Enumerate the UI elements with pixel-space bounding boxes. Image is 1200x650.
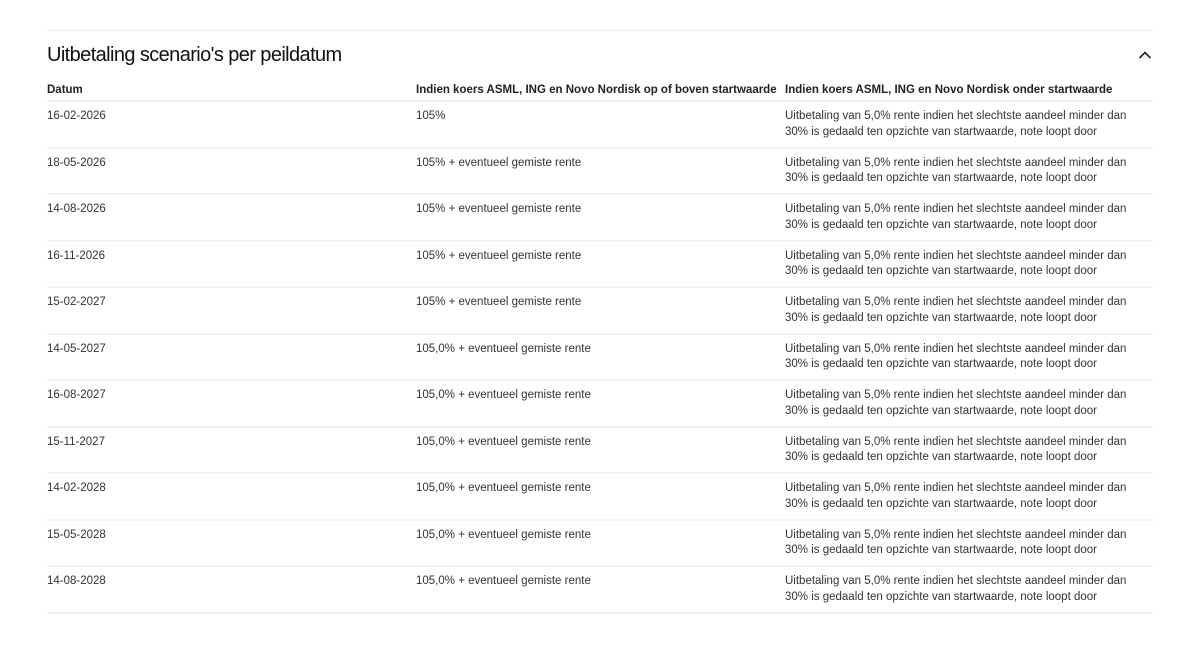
table-row: 16-11-2026 105% + eventueel gemiste rente…: [47, 240, 1153, 288]
chevron-up-icon[interactable]: [1138, 50, 1152, 60]
cell-date-container: 15-11-2027: [47, 426, 416, 474]
cell-below-start: Uitbetaling van 5,0% rente indien het sl…: [785, 203, 1127, 231]
cell-below-start-container: Uitbetaling van 5,0% rente indien het sl…: [785, 473, 1153, 521]
cell-below-start-container: Uitbetaling van 5,0% rente indien het sl…: [785, 101, 1153, 149]
cell-below-start: Uitbetaling van 5,0% rente indien het sl…: [785, 389, 1127, 417]
cell-below-start: Uitbetaling van 5,0% rente indien het sl…: [785, 110, 1127, 138]
cell-date-container: 18-05-2026: [47, 147, 416, 195]
cell-below-start: Uitbetaling van 5,0% rente indien het sl…: [785, 575, 1127, 603]
cell-above-start-container: 105,0% + eventueel gemiste rente: [416, 333, 785, 381]
cell-above-start-container: 105,0% + eventueel gemiste rente: [416, 473, 785, 521]
cell-date-container: 16-02-2026: [47, 101, 416, 149]
cell-above-start: 105,0% + eventueel gemiste rente: [416, 389, 591, 401]
cell-above-start: 105,0% + eventueel gemiste rente: [416, 342, 591, 355]
cell-below-start-container: Uitbetaling van 5,0% rente indien het sl…: [785, 566, 1153, 614]
scenarios-table: Datum Indien koers ASML, ING en Novo Nor…: [47, 79, 1153, 614]
cell-above-start: 105,0% + eventueel gemiste rente: [416, 482, 591, 494]
cell-above-start-container: 105% + eventueel gemiste rente: [416, 287, 785, 335]
cell-above-start-container: 105%: [416, 101, 785, 149]
table-row: 16-02-2026 105% Uitbetaling van 5,0% rente…: [47, 101, 1153, 149]
column-header-date: Datum: [47, 79, 416, 102]
cell-above-start: 105,0% + eventueel gemiste rente: [416, 435, 591, 448]
cell-date-container: 15-05-2028: [47, 519, 416, 567]
cell-date: 18-05-2026: [47, 156, 106, 169]
cell-date: 16-02-2026: [47, 110, 106, 122]
cell-below-start: Uitbetaling van 5,0% rente indien het sl…: [785, 156, 1127, 185]
cell-date-container: 16-11-2026: [47, 240, 416, 288]
cell-above-start: 105%: [416, 110, 446, 122]
payout-scenarios-section: Uitbetaling scenario's per peildatum Dat…: [47, 30, 1153, 614]
table-row: 14-02-2028 105,0% + eventueel gemiste ren…: [47, 473, 1153, 521]
cell-below-start: Uitbetaling van 5,0% rente indien het sl…: [785, 482, 1127, 510]
cell-date-container: 14-08-2026: [47, 194, 416, 242]
cell-above-start: 105% + eventueel gemiste rente: [416, 296, 582, 308]
cell-above-start: 105% + eventueel gemiste rente: [416, 249, 582, 262]
column-header-above-start: Indien koers ASML, ING en Novo Nordisk o…: [416, 79, 785, 102]
cell-date: 14-02-2028: [47, 482, 106, 494]
cell-date-container: 16-08-2027: [47, 380, 416, 428]
cell-above-start-container: 105% + eventueel gemiste rente: [416, 194, 785, 242]
cell-above-start: 105,0% + eventueel gemiste rente: [416, 575, 591, 587]
table-row: 15-11-2027 105,0% + eventueel gemiste ren…: [47, 426, 1153, 474]
section-title: Uitbetaling scenario's per peildatum: [47, 43, 342, 66]
cell-below-start-container: Uitbetaling van 5,0% rente indien het sl…: [785, 426, 1153, 474]
cell-above-start-container: 105% + eventueel gemiste rente: [416, 240, 785, 288]
column-header-below-start: Indien koers ASML, ING en Novo Nordisk o…: [785, 79, 1153, 102]
cell-date-container: 14-05-2027: [47, 333, 416, 381]
cell-above-start: 105% + eventueel gemiste rente: [416, 203, 582, 215]
cell-above-start-container: 105,0% + eventueel gemiste rente: [416, 380, 785, 428]
cell-below-start-container: Uitbetaling van 5,0% rente indien het sl…: [785, 194, 1153, 242]
table-row: 15-05-2028 105,0% + eventueel gemiste ren…: [47, 519, 1153, 567]
cell-date: 14-08-2028: [47, 575, 106, 587]
cell-date: 14-08-2026: [47, 203, 106, 215]
cell-date: 15-02-2027: [47, 296, 106, 308]
cell-above-start: 105,0% + eventueel gemiste rente: [416, 528, 591, 541]
cell-below-start: Uitbetaling van 5,0% rente indien het sl…: [785, 296, 1127, 324]
cell-below-start-container: Uitbetaling van 5,0% rente indien het sl…: [785, 519, 1153, 567]
table-row: 16-08-2027 105,0% + eventueel gemiste ren…: [47, 380, 1153, 428]
cell-date: 14-05-2027: [47, 342, 106, 355]
cell-above-start-container: 105% + eventueel gemiste rente: [416, 147, 785, 195]
cell-above-start: 105% + eventueel gemiste rente: [416, 156, 582, 169]
cell-date: 16-08-2027: [47, 389, 106, 401]
table-row: 14-08-2026 105% + eventueel gemiste rente…: [47, 194, 1153, 242]
cell-above-start-container: 105,0% + eventueel gemiste rente: [416, 519, 785, 567]
cell-below-start-container: Uitbetaling van 5,0% rente indien het sl…: [785, 380, 1153, 428]
cell-below-start: Uitbetaling van 5,0% rente indien het sl…: [785, 528, 1127, 557]
table-row: 18-05-2026 105% + eventueel gemiste rente…: [47, 147, 1153, 195]
cell-date-container: 15-02-2027: [47, 287, 416, 335]
cell-date: 15-05-2028: [47, 528, 106, 541]
cell-date: 15-11-2027: [47, 435, 105, 448]
table-row: 14-08-2028 105,0% + eventueel gemiste ren…: [47, 566, 1153, 614]
scenarios-accordion-toggle[interactable]: Uitbetaling scenario's per peildatum: [47, 31, 1153, 79]
table-row: 15-02-2027 105% + eventueel gemiste rente…: [47, 287, 1153, 335]
cell-below-start-container: Uitbetaling van 5,0% rente indien het sl…: [785, 147, 1153, 195]
table-header-row: Datum Indien koers ASML, ING en Novo Nor…: [47, 79, 1153, 102]
table-row: 14-05-2027 105,0% + eventueel gemiste ren…: [47, 333, 1153, 381]
cell-above-start-container: 105,0% + eventueel gemiste rente: [416, 566, 785, 614]
cell-below-start: Uitbetaling van 5,0% rente indien het sl…: [785, 435, 1127, 464]
cell-below-start-container: Uitbetaling van 5,0% rente indien het sl…: [785, 240, 1153, 288]
cell-below-start: Uitbetaling van 5,0% rente indien het sl…: [785, 249, 1127, 278]
cell-below-start: Uitbetaling van 5,0% rente indien het sl…: [785, 342, 1127, 371]
cell-date: 16-11-2026: [47, 249, 105, 262]
cell-below-start-container: Uitbetaling van 5,0% rente indien het sl…: [785, 287, 1153, 335]
cell-date-container: 14-08-2028: [47, 566, 416, 614]
cell-above-start-container: 105,0% + eventueel gemiste rente: [416, 426, 785, 474]
cell-below-start-container: Uitbetaling van 5,0% rente indien het sl…: [785, 333, 1153, 381]
cell-date-container: 14-02-2028: [47, 473, 416, 521]
